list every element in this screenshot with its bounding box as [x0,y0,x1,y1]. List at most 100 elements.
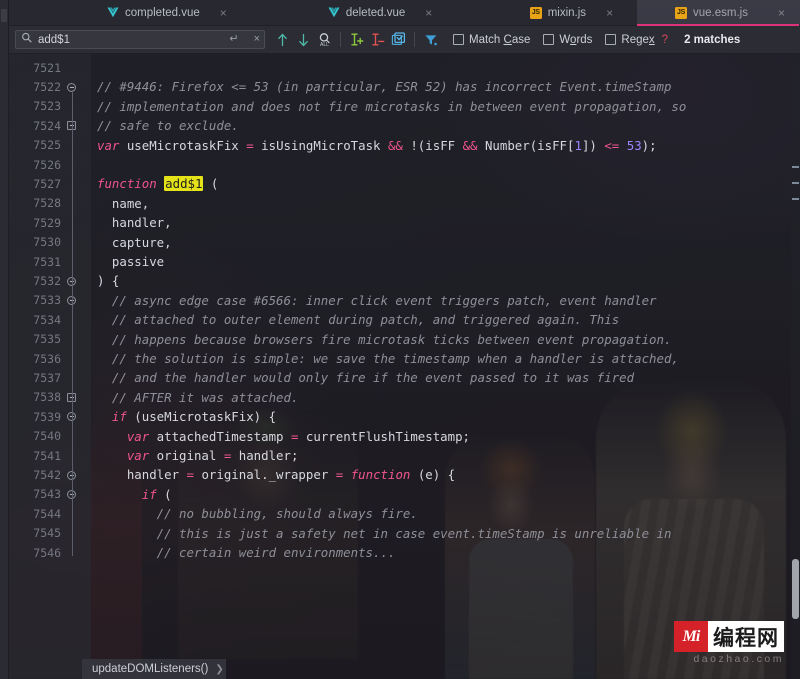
close-icon[interactable]: × [425,7,432,19]
code-line[interactable]: // and the handler would only fire if th… [91,368,800,387]
find-next-button[interactable] [293,29,314,50]
fold-column[interactable] [61,77,91,96]
remove-selection-button[interactable] [367,29,388,50]
fold-column[interactable] [61,310,91,329]
scrollbar-thumb[interactable] [792,559,799,619]
fold-column[interactable] [61,97,91,116]
code-line[interactable]: var attachedTimestamp = currentFlushTime… [91,427,800,446]
code-line[interactable] [91,155,800,174]
search-submit-icon[interactable]: ↵ [229,34,238,45]
select-all-button[interactable] [388,29,409,50]
gutter-line[interactable]: 7527 [9,174,91,193]
code-line[interactable]: // no bubbling, should always fire. [91,504,800,523]
fold-column[interactable] [61,252,91,271]
fold-column[interactable] [61,388,91,407]
gutter-line[interactable]: 7532 [9,271,91,290]
gutter-line[interactable]: 7531 [9,252,91,271]
fold-column[interactable] [61,427,91,446]
tool-window-handle[interactable] [1,9,7,22]
code-line[interactable]: // implementation and does not fire micr… [91,97,800,116]
gutter-line[interactable]: 7544 [9,504,91,523]
fold-column[interactable] [61,446,91,465]
gutter-line[interactable]: 7525 [9,136,91,155]
words-option[interactable]: Words [543,34,592,46]
code-line[interactable]: capture, [91,233,800,252]
fold-column[interactable] [61,407,91,426]
gutter-line[interactable]: 7541 [9,446,91,465]
fold-column[interactable] [61,194,91,213]
regex-help-icon[interactable]: ? [662,34,668,46]
code-line[interactable]: function add$1 ( [91,174,800,193]
code-line[interactable]: ) { [91,271,800,290]
code-line[interactable]: // this is just a safety net in case eve… [91,524,800,543]
fold-column[interactable] [61,368,91,387]
fold-column[interactable] [61,174,91,193]
gutter-line[interactable]: 7545 [9,524,91,543]
editor-gutter[interactable]: 7521 7522 7523 7524 7525 7526 7527 7528 7529 7530… [9,54,91,679]
close-icon[interactable]: × [606,7,613,19]
code-editor[interactable]: 7521 7522 7523 7524 7525 7526 7527 7528 7529 7530… [9,54,800,679]
gutter-line[interactable]: 7542 [9,465,91,484]
fold-column[interactable] [61,155,91,174]
gutter-line[interactable]: 7538 [9,388,91,407]
code-line[interactable]: // the solution is simple: we save the t… [91,349,800,368]
code-line[interactable]: handler, [91,213,800,232]
find-all-occurrences-button[interactable]: ALL [314,29,335,50]
gutter-line[interactable]: 7528 [9,194,91,213]
fold-column[interactable] [61,213,91,232]
code-line[interactable]: var useMicrotaskFix = isUsingMicroTask &… [91,136,800,155]
gutter-line[interactable]: 7533 [9,291,91,310]
code-line[interactable]: // #9446: Firefox <= 53 (in particular, … [91,77,800,96]
editor-tab-deleted-vue[interactable]: deleted.vue × [316,0,440,25]
gutter-line[interactable]: 7524 [9,116,91,135]
code-line[interactable]: if (useMicrotaskFix) { [91,407,800,426]
add-selection-button[interactable] [346,29,367,50]
gutter-line[interactable]: 7537 [9,368,91,387]
regex-checkbox[interactable] [605,34,617,45]
search-input-value[interactable]: add$1 [38,34,224,46]
editor-tab-mixin-js[interactable]: JS mixin.js × [518,0,621,25]
fold-column[interactable] [61,524,91,543]
gutter-line[interactable]: 7522 [9,77,91,96]
fold-column[interactable] [61,58,91,77]
clear-search-icon[interactable]: × [254,34,260,45]
fold-column[interactable] [61,271,91,290]
fold-column[interactable] [61,233,91,252]
gutter-line[interactable]: 7521 [9,58,91,77]
search-input[interactable]: add$1 ↵ × [15,30,265,49]
code-line[interactable]: // safe to exclude. [91,116,800,135]
breadcrumb[interactable]: updateDOMListeners() ❯ [82,659,226,679]
gutter-line[interactable]: 7540 [9,427,91,446]
fold-column[interactable] [61,465,91,484]
gutter-line[interactable]: 7523 [9,97,91,116]
gutter-line[interactable]: 7543 [9,485,91,504]
match-case-option[interactable]: Match Case [453,34,530,46]
code-content[interactable]: // #9446: Firefox <= 53 (in particular, … [91,54,800,679]
editor-scrollbar[interactable] [791,54,800,679]
close-icon[interactable]: × [220,7,227,19]
code-line[interactable]: // certain weird environments... [91,543,800,562]
gutter-line[interactable]: 7529 [9,213,91,232]
match-case-checkbox[interactable] [453,34,464,45]
fold-column[interactable] [61,291,91,310]
code-line[interactable] [91,58,800,77]
code-line[interactable]: if ( [91,485,800,504]
regex-option[interactable]: Regex [605,34,655,46]
find-previous-button[interactable] [272,29,293,50]
gutter-line[interactable]: 7539 [9,407,91,426]
filter-button[interactable] [420,29,441,50]
fold-column[interactable] [61,504,91,523]
code-line[interactable]: handler = original._wrapper = function (… [91,465,800,484]
fold-column[interactable] [61,543,91,562]
gutter-line[interactable]: 7534 [9,310,91,329]
code-line[interactable]: // async edge case #6566: inner click ev… [91,291,800,310]
words-checkbox[interactable] [543,34,555,45]
fold-column[interactable] [61,116,91,135]
gutter-line[interactable]: 7546 [9,543,91,562]
gutter-line[interactable]: 7526 [9,155,91,174]
code-line[interactable]: // happens because browsers fire microta… [91,330,800,349]
code-line[interactable]: // AFTER it was attached. [91,388,800,407]
gutter-line[interactable]: 7530 [9,233,91,252]
gutter-line[interactable]: 7535 [9,330,91,349]
code-line[interactable]: // attached to outer element during patc… [91,310,800,329]
